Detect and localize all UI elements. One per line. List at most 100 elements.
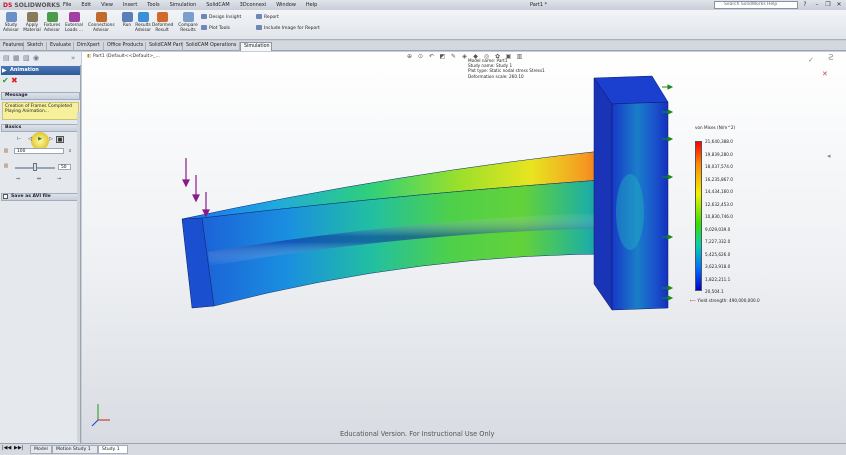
menu-item-window[interactable]: Window (271, 2, 301, 8)
yield-arrow-icon: ⟵ (690, 298, 697, 303)
graphics-area[interactable]: ◧ Part1 (Default<<Default>_... ⊕ ⊙ ↶ ◩ ✎… (82, 50, 846, 443)
save-avi-header[interactable]: Save as AVI file (1, 193, 80, 201)
legend-value: 1,822,211.1 (705, 276, 731, 282)
connections-advisor-button[interactable]: Connections Advisor (88, 12, 115, 33)
speed-slider-thumb[interactable] (33, 163, 37, 171)
study-advisor-button[interactable]: Study Advisor (1, 12, 21, 33)
minimize-button[interactable]: – (812, 1, 822, 9)
deformed-result-label: Deformed Result (152, 23, 174, 33)
speed-input[interactable]: 50 (58, 164, 71, 170)
results-advisor-icon (137, 12, 149, 22)
bottom-tab-model[interactable]: Model (30, 445, 52, 454)
basics-header[interactable]: Basics (1, 124, 80, 132)
study-tabs: |◀◀ ▶▶| Model Motion Study 1 Study 1 (0, 443, 846, 455)
stop-icon[interactable]: ■ (56, 136, 64, 143)
design-insight-button[interactable]: Design Insight (201, 14, 241, 20)
search-input[interactable]: Search SolidWorks Help (714, 1, 798, 9)
legend-value: 10,830,746.0 (705, 214, 733, 219)
tab-features[interactable]: Features (0, 42, 24, 51)
step-forward-icon[interactable]: ▷ (47, 136, 55, 143)
study-advisor-icon (5, 12, 17, 22)
stress-plot-model[interactable] (82, 52, 846, 443)
report-button[interactable]: Report (256, 14, 279, 20)
legend-value: 20,504.1 (705, 289, 724, 294)
connections-advisor-label: Connections Advisor (88, 23, 115, 33)
legend-value: 5,425,626.0 (705, 251, 731, 257)
ok-button[interactable]: ✔ (2, 77, 9, 85)
deformed-result-button[interactable]: Deformed Result (152, 12, 174, 33)
solidworks-logo[interactable]: DS SOLIDWORKS (0, 2, 60, 9)
legend-value: 3,623,918.0 (705, 264, 731, 269)
restore-button[interactable]: ❐ (823, 1, 833, 9)
tab-simulation[interactable]: Simulation (240, 42, 272, 51)
legend-value: 14,434,160.0 (705, 189, 733, 194)
tab-sketch[interactable]: Sketch (24, 42, 47, 51)
panel-scrollbar[interactable] (77, 112, 80, 442)
tab-scroll-next-icon[interactable]: ▶▶| (14, 445, 23, 451)
pushpin-icon[interactable]: ✓ (808, 56, 814, 64)
tab-scroll-first-icon[interactable]: |◀◀ (2, 445, 11, 451)
task-pane-expand-icon[interactable]: ◂ (827, 152, 831, 160)
report-icon (256, 14, 262, 19)
design-insight-icon (201, 14, 207, 19)
include-image-button[interactable]: Include Image for Report (256, 25, 320, 31)
property-icon[interactable]: ▦ (13, 54, 20, 62)
document-title: Part1 * (530, 2, 548, 8)
bottom-tab-motion-study-1[interactable]: Motion Study 1 (52, 445, 98, 454)
play-once-icon[interactable]: → (55, 176, 63, 183)
legend-title: von Mises (N/m^2) (695, 125, 736, 130)
message-box: Creation of Frames Completed Playing Ani… (2, 102, 79, 120)
feature-tree-icon[interactable]: ▤ (3, 54, 10, 62)
results-advisor-button[interactable]: Results Advisor (133, 12, 153, 33)
message-line: Playing Animation... (5, 109, 49, 114)
close-button[interactable]: ✕ (834, 1, 844, 9)
frames-input[interactable]: 100 (14, 148, 64, 154)
external-loads-button[interactable]: External Loads ... (64, 12, 84, 33)
menu-item-solidcam[interactable]: SolidCAM (201, 2, 234, 8)
compare-results-label: Compare Results (178, 23, 198, 33)
bottom-tab-study-1[interactable]: Study 1 (98, 445, 128, 454)
axis-triad (91, 404, 110, 427)
study-advisor-label: Study Advisor (3, 23, 19, 33)
menu-item-3dconnexi[interactable]: 3Dconnexi (235, 2, 272, 8)
tab-office-products[interactable]: Office Products (104, 42, 146, 51)
menu-item-tools[interactable]: Tools (142, 2, 164, 8)
loop-icon[interactable]: ⇒ (14, 176, 22, 183)
plot-tools-button[interactable]: Plot Tools (201, 25, 230, 31)
frames-spin-icon[interactable]: ⇕ (66, 147, 74, 154)
tab-solidcam-operations[interactable]: SolidCAM Operations (183, 42, 240, 51)
message-header[interactable]: Message (1, 92, 80, 100)
run-label: Run (122, 23, 132, 28)
reciprocate-icon[interactable]: ⇔ (35, 176, 43, 183)
menu-item-edit[interactable]: Edit (76, 2, 96, 8)
tab-evaluate[interactable]: Evaluate (47, 42, 74, 51)
config-icon[interactable]: ▧ (23, 54, 30, 62)
fixtures-advisor-button[interactable]: Fixtures Advisor (42, 12, 62, 33)
close-plot-icon[interactable]: ✕ (822, 70, 828, 78)
panel-title: Animation (1, 66, 80, 75)
help-icon[interactable]: ? (800, 1, 810, 9)
play-icon[interactable]: ▶ (36, 136, 44, 143)
tab-solidcam-part[interactable]: SolidCAM Part (146, 42, 183, 51)
command-manager: Study Advisor Apply Material Fixtures Advi… (0, 10, 846, 40)
compare-results-button[interactable]: Compare Results (178, 12, 198, 33)
title-bar: DS SOLIDWORKS File Edit View Insert Tools Sim… (0, 0, 846, 10)
save-avi-checkbox[interactable] (3, 194, 8, 199)
menu-item-file[interactable]: File (58, 2, 76, 8)
display-icon[interactable]: ◉ (33, 54, 39, 62)
stop-rewind-icon[interactable]: ⊢ (15, 136, 23, 143)
tab-dimxpert[interactable]: DimXpert (74, 42, 104, 51)
step-back-icon[interactable]: ◁ (26, 136, 34, 143)
menu-item-help[interactable]: Help (301, 2, 322, 8)
menu-item-view[interactable]: View (96, 2, 118, 8)
camera-icon (256, 25, 262, 30)
menu-item-simulation[interactable]: Simulation (165, 2, 202, 8)
animation-icon: ▶ (2, 67, 7, 74)
legend-value: 18,037,574.0 (705, 164, 733, 169)
fixtures-advisor-label: Fixtures Advisor (43, 23, 61, 33)
apply-material-button[interactable]: Apply Material (22, 12, 42, 33)
cancel-button[interactable]: ✖ (11, 77, 18, 85)
menu-item-insert[interactable]: Insert (118, 2, 142, 8)
legend-color-bar (695, 141, 702, 291)
expand-icon[interactable]: » (71, 54, 75, 62)
